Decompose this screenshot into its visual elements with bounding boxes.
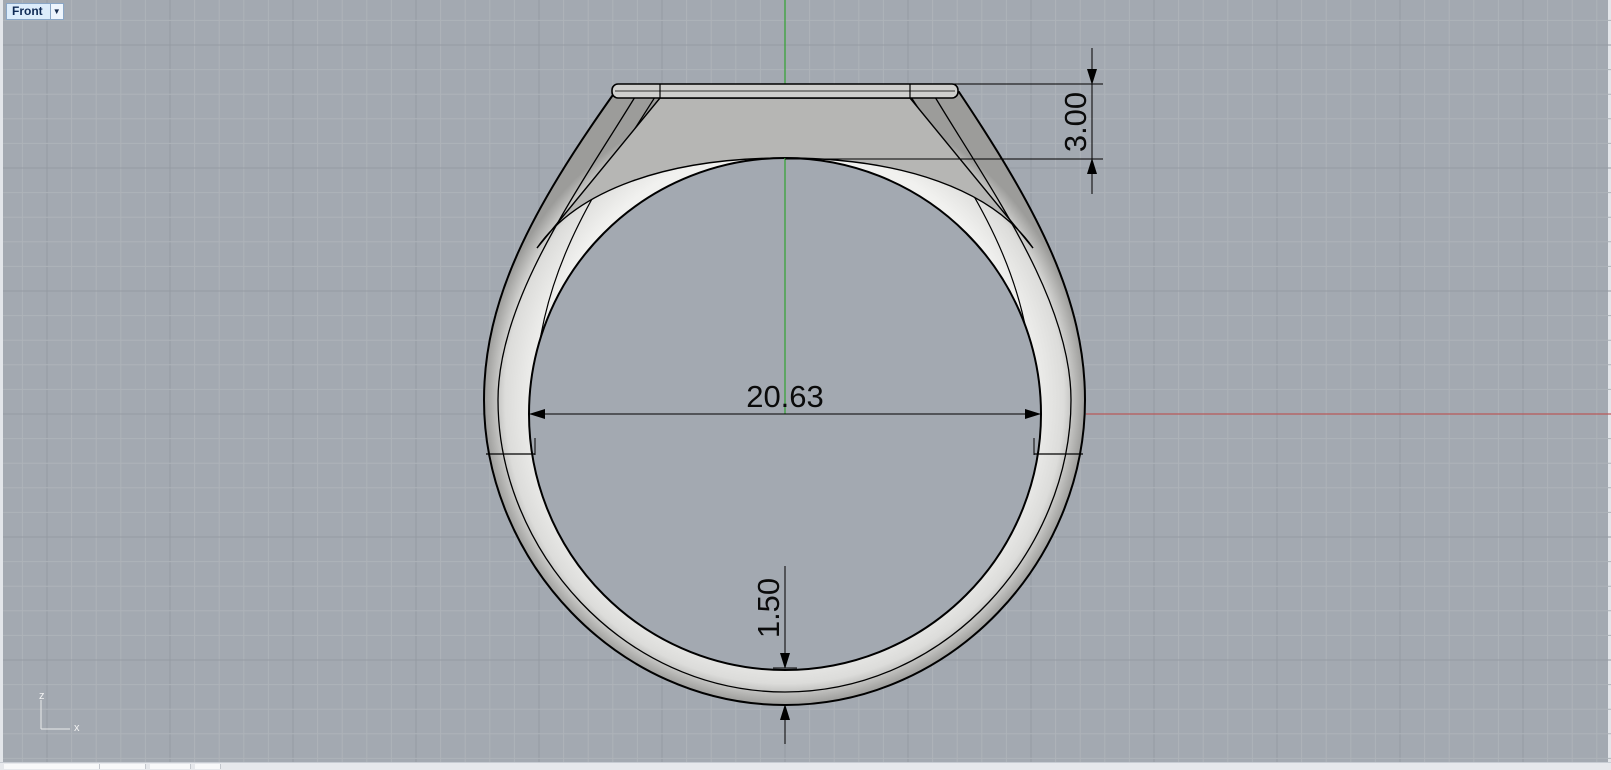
viewport-title-tab[interactable]: Front ▼: [6, 3, 64, 20]
front-viewport[interactable]: 3.00 20.63 1.50 z x Front ▼: [0, 0, 1611, 769]
axis-widget-x-label: x: [74, 722, 80, 734]
chevron-down-icon[interactable]: ▼: [49, 4, 63, 19]
axis-widget-z-label: z: [39, 690, 45, 702]
dimension-inner-diameter-label[interactable]: 20.63: [746, 379, 824, 414]
dimension-top-thickness-label[interactable]: 3.00: [1058, 92, 1093, 152]
layout-tab[interactable]: [150, 764, 191, 769]
layout-tab[interactable]: [100, 764, 146, 769]
axis-widget: z x: [39, 690, 80, 734]
dimension-bottom-thickness-label[interactable]: 1.50: [751, 578, 786, 638]
viewport-canvas[interactable]: 3.00 20.63 1.50 z x: [3, 0, 1611, 769]
viewport-title[interactable]: Front: [7, 4, 50, 19]
layout-tab[interactable]: [4, 764, 100, 769]
layout-tab[interactable]: [195, 764, 221, 769]
